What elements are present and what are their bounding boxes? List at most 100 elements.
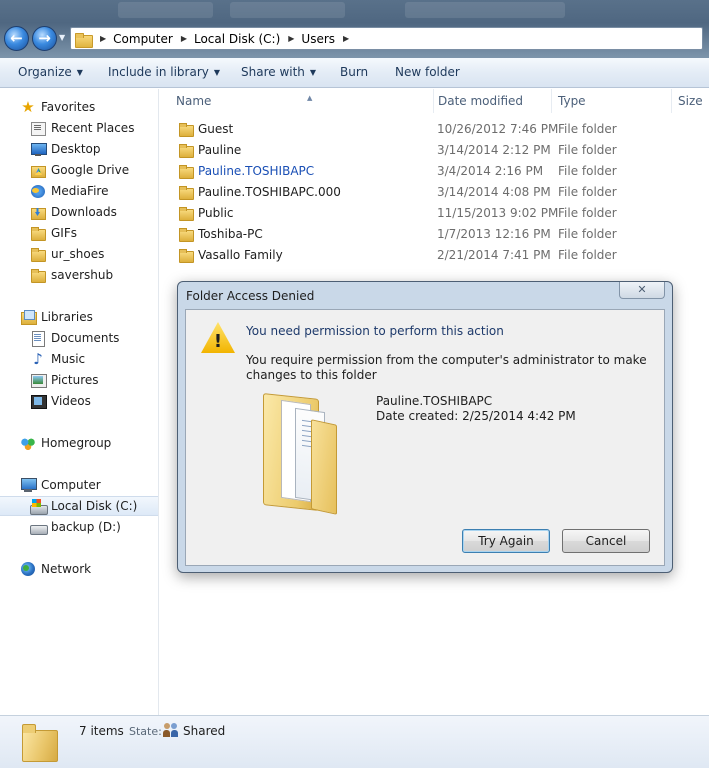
background-window-tab [405, 2, 565, 18]
sidebar-favorites-header[interactable]: ★ Favorites [20, 97, 178, 117]
file-row[interactable]: Vasallo Family 2/21/2014 7:41 PM File fo… [160, 245, 709, 266]
close-icon: ✕ [637, 283, 647, 296]
documents-icon [30, 330, 46, 347]
breadcrumb-arrow-icon[interactable]: ▶ [100, 34, 106, 43]
sidebar-item-label: Pictures [51, 373, 99, 387]
folder-icon [178, 184, 194, 200]
music-note-icon: ♪ [33, 350, 43, 368]
folder-icon [30, 246, 46, 262]
sidebar-item-label: Recent Places [51, 121, 135, 135]
column-header-date-modified[interactable]: Date modified [432, 89, 552, 113]
file-name: Pauline.TOSHIBAPC.000 [198, 185, 341, 199]
organize-label: Organize [18, 65, 72, 79]
file-row[interactable]: Pauline 3/14/2014 2:12 PM File folder [160, 140, 709, 161]
file-type: File folder [558, 248, 617, 262]
file-type: File folder [558, 143, 617, 157]
sidebar-item-local-disk[interactable]: Local Disk (C:) [0, 496, 158, 516]
pictures-icon [30, 372, 47, 388]
folder-icon [22, 720, 58, 764]
breadcrumb-local-disk[interactable]: Local Disk (C:) [194, 32, 280, 46]
column-header-label: Size [678, 94, 703, 108]
cancel-button[interactable]: Cancel [562, 529, 650, 553]
column-header-label: Type [558, 94, 586, 108]
background-window-tab [230, 2, 345, 18]
file-row[interactable]: Pauline.TOSHIBAPC.000 3/14/2014 4:08 PM … [160, 182, 709, 203]
sidebar-item-label: Downloads [51, 205, 117, 219]
libraries-icon [20, 309, 37, 325]
folder-icon [178, 205, 194, 221]
computer-icon [20, 477, 37, 493]
sidebar-item-label: Libraries [41, 310, 93, 324]
file-row[interactable]: Guest 10/26/2012 7:46 PM File folder [160, 119, 709, 140]
sidebar-item-label: Videos [51, 394, 91, 408]
dialog-close-button[interactable]: ✕ [619, 282, 665, 299]
breadcrumb-arrow-icon[interactable]: ▶ [343, 34, 349, 43]
sidebar-item-label: ur_shoes [51, 247, 105, 261]
homegroup-icon [20, 435, 36, 451]
breadcrumb-users[interactable]: Users [301, 32, 335, 46]
recent-places-icon [30, 120, 46, 136]
folder-access-denied-dialog: Folder Access Denied ✕ ! You need permis… [177, 281, 673, 573]
sidebar-item-label: Local Disk (C:) [51, 499, 138, 513]
sidebar-item-label: savershub [51, 268, 114, 282]
file-name: Toshiba-PC [198, 227, 263, 241]
file-date-modified: 1/7/2013 12:16 PM [437, 227, 551, 241]
folder-icon [261, 392, 341, 515]
burn-button[interactable]: Burn [340, 65, 368, 79]
sidebar-item-label: Computer [41, 478, 101, 492]
sidebar-item-label: Music [51, 352, 86, 366]
share-with-menu[interactable]: Share with ▼ [241, 65, 316, 79]
address-bar[interactable]: ▶ Computer ▶ Local Disk (C:) ▶ Users ▶ [70, 27, 703, 50]
breadcrumb-arrow-icon[interactable]: ▶ [288, 34, 294, 43]
sidebar-libraries-header[interactable]: Libraries [20, 307, 178, 327]
breadcrumb-computer[interactable]: Computer [113, 32, 173, 46]
file-row[interactable]: Pauline.TOSHIBAPC 3/4/2014 2:16 PM File … [160, 161, 709, 182]
sidebar-item-label: Homegroup [41, 436, 112, 450]
file-date-modified: 3/4/2014 2:16 PM [437, 164, 544, 178]
file-type: File folder [558, 185, 617, 199]
file-row[interactable]: Public 11/15/2013 9:02 PM File folder [160, 203, 709, 224]
sidebar-item-label: backup (D:) [51, 520, 121, 534]
column-header-name[interactable]: Name ▲ [170, 89, 434, 113]
organize-menu[interactable]: Organize ▼ [18, 65, 83, 79]
file-name: Public [198, 206, 234, 220]
sidebar-item-label: GIFs [51, 226, 77, 240]
recent-pages-dropdown-icon[interactable]: ▼ [59, 33, 65, 42]
folder-icon [178, 163, 194, 179]
include-in-library-label: Include in library [108, 65, 209, 79]
try-again-button[interactable]: Try Again [462, 529, 550, 553]
forward-button[interactable]: → [32, 26, 57, 51]
dropdown-arrow-icon: ▼ [76, 68, 83, 77]
state-label: State: [129, 725, 162, 738]
file-date-modified: 10/26/2012 7:46 PM [437, 122, 559, 136]
folder-icon [178, 226, 194, 242]
new-folder-button[interactable]: New folder [395, 65, 460, 79]
sidebar-item-label: MediaFire [51, 184, 109, 198]
file-type: File folder [558, 164, 617, 178]
folder-icon [178, 247, 194, 263]
sidebar-computer-header[interactable]: Computer [20, 475, 178, 495]
drive-icon [30, 519, 48, 535]
file-type: File folder [558, 206, 617, 220]
include-in-library-menu[interactable]: Include in library ▼ [108, 65, 220, 79]
file-row[interactable]: Toshiba-PC 1/7/2013 12:16 PM File folder [160, 224, 709, 245]
sidebar-homegroup[interactable]: Homegroup [20, 433, 178, 453]
column-header-size[interactable]: Size [672, 89, 709, 113]
breadcrumb-arrow-icon[interactable]: ▶ [181, 34, 187, 43]
sidebar-item-label: Desktop [51, 142, 101, 156]
back-button[interactable]: ← [4, 26, 29, 51]
file-name: Vasallo Family [198, 248, 283, 262]
google-drive-icon [30, 162, 46, 178]
state-value: Shared [183, 724, 226, 738]
share-with-label: Share with [241, 65, 305, 79]
desktop-icon [30, 141, 47, 157]
mediafire-icon [30, 183, 46, 199]
dialog-folder-date-created: Date created: 2/25/2014 4:42 PM [376, 409, 576, 423]
navigation-pane: ★ Favorites Recent Places Desktop Google… [0, 89, 159, 715]
column-header-label: Name [176, 94, 212, 108]
folder-icon [30, 267, 46, 283]
sidebar-network[interactable]: Network [20, 559, 178, 579]
videos-icon [30, 393, 47, 409]
folder-front-shape [311, 419, 337, 515]
column-header-type[interactable]: Type [552, 89, 672, 113]
